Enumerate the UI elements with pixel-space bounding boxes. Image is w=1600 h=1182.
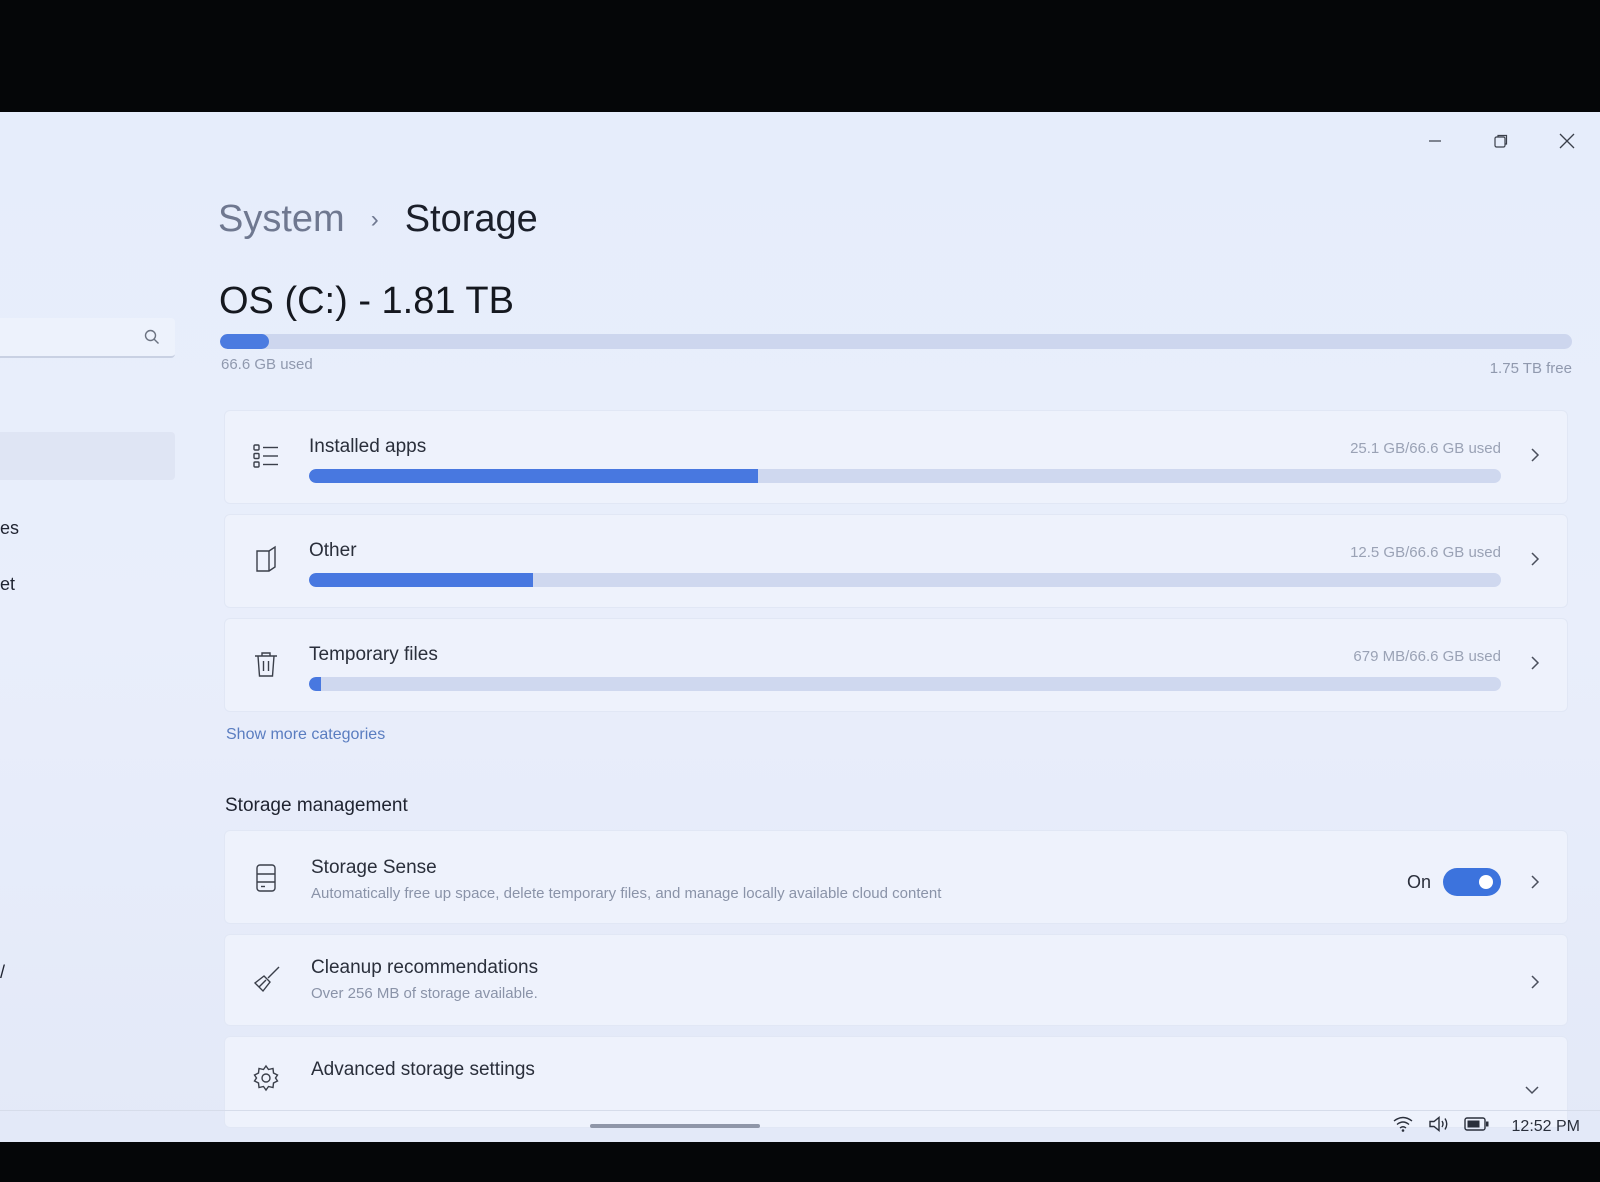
chevron-right-icon xyxy=(1529,550,1541,574)
chevron-right-icon xyxy=(1529,873,1541,897)
breadcrumb-system-link[interactable]: System xyxy=(218,198,345,241)
sidebar-item-fragment[interactable]: / xyxy=(0,962,5,983)
sidebar-item-fragment[interactable]: et xyxy=(0,574,15,595)
gear-icon xyxy=(251,1063,281,1093)
category-usage-bar xyxy=(309,469,1501,483)
settings-search-input[interactable] xyxy=(0,318,175,358)
chevron-right-icon xyxy=(1529,973,1541,997)
category-label: Temporary files xyxy=(309,644,438,665)
category-usage: 25.1 GB/66.6 GB used xyxy=(1350,440,1501,457)
page-title: Storage xyxy=(404,198,538,240)
drive-free-label: 1.75 TB free xyxy=(1489,360,1572,377)
breadcrumb: System › Storage xyxy=(218,198,538,241)
category-usage-bar xyxy=(309,677,1501,691)
category-installed-apps[interactable]: Installed apps 25.1 GB/66.6 GB used xyxy=(224,410,1568,504)
chevron-right-icon xyxy=(1529,446,1541,470)
drive-used-label: 66.6 GB used xyxy=(221,356,313,373)
window-controls xyxy=(1402,126,1600,156)
close-button[interactable] xyxy=(1534,126,1600,156)
minimize-button[interactable] xyxy=(1402,126,1468,156)
cleanup-recommendations-title: Cleanup recommendations xyxy=(311,957,539,978)
gesture-handle xyxy=(590,1124,760,1128)
category-temporary-files[interactable]: Temporary files 679 MB/66.6 GB used xyxy=(224,618,1568,712)
sidebar-item-fragment[interactable]: es xyxy=(0,518,19,539)
wifi-icon[interactable] xyxy=(1392,1115,1414,1138)
show-more-categories-link[interactable]: Show more categories xyxy=(226,726,385,744)
clock[interactable]: 12:52 PM xyxy=(1512,1118,1580,1136)
restore-icon xyxy=(1494,134,1508,148)
settings-window: es et / System › Storage OS (C:) - 1.81 … xyxy=(0,112,1600,1142)
drive-title: OS (C:) - 1.81 TB xyxy=(219,280,514,322)
category-other[interactable]: Other 12.5 GB/66.6 GB used xyxy=(224,514,1568,608)
storage-sense-card[interactable]: Storage Sense Automatically free up spac… xyxy=(224,830,1568,924)
storage-sense-toggle-label: On xyxy=(1406,872,1431,892)
category-label: Installed apps xyxy=(309,436,427,457)
category-usage-bar xyxy=(309,573,1501,587)
chevron-right-icon xyxy=(1529,654,1541,678)
category-usage-fill xyxy=(309,469,759,483)
advanced-storage-settings-title: Advanced storage settings xyxy=(311,1059,535,1080)
chevron-down-icon xyxy=(1523,1079,1541,1102)
category-usage-fill xyxy=(309,677,321,691)
category-usage: 679 MB/66.6 GB used xyxy=(1353,648,1501,665)
list-icon xyxy=(251,441,281,471)
volume-icon[interactable] xyxy=(1428,1115,1450,1138)
restore-button[interactable] xyxy=(1468,126,1534,156)
drive-usage-fill xyxy=(220,334,269,349)
breadcrumb-chevron-icon: › xyxy=(370,205,379,233)
system-tray: 12:52 PM xyxy=(1392,1115,1580,1138)
search-icon xyxy=(144,329,159,344)
drive-icon xyxy=(251,863,281,893)
storage-sense-title: Storage Sense xyxy=(311,857,437,878)
sidebar-item-selected[interactable] xyxy=(0,432,175,480)
taskbar: 12:52 PM xyxy=(0,1110,1600,1142)
minimize-icon xyxy=(1429,140,1441,142)
battery-icon[interactable] xyxy=(1463,1116,1490,1137)
cleanup-recommendations-card[interactable]: Cleanup recommendations Over 256 MB of s… xyxy=(224,934,1568,1026)
document-icon xyxy=(251,545,281,575)
storage-sense-description: Automatically free up space, delete temp… xyxy=(311,885,942,902)
sidebar: es et / xyxy=(0,112,180,1142)
drive-usage-bar xyxy=(220,334,1572,349)
toggle-knob xyxy=(1479,875,1493,889)
category-usage: 12.5 GB/66.6 GB used xyxy=(1350,544,1501,561)
cleanup-recommendations-description: Over 256 MB of storage available. xyxy=(311,985,538,1002)
storage-management-heading: Storage management xyxy=(225,795,408,816)
category-label: Other xyxy=(309,540,357,561)
broom-icon xyxy=(251,965,281,995)
category-usage-fill xyxy=(309,573,534,587)
storage-sense-toggle[interactable] xyxy=(1443,868,1501,896)
trash-icon xyxy=(251,649,281,679)
close-icon xyxy=(1559,133,1575,149)
